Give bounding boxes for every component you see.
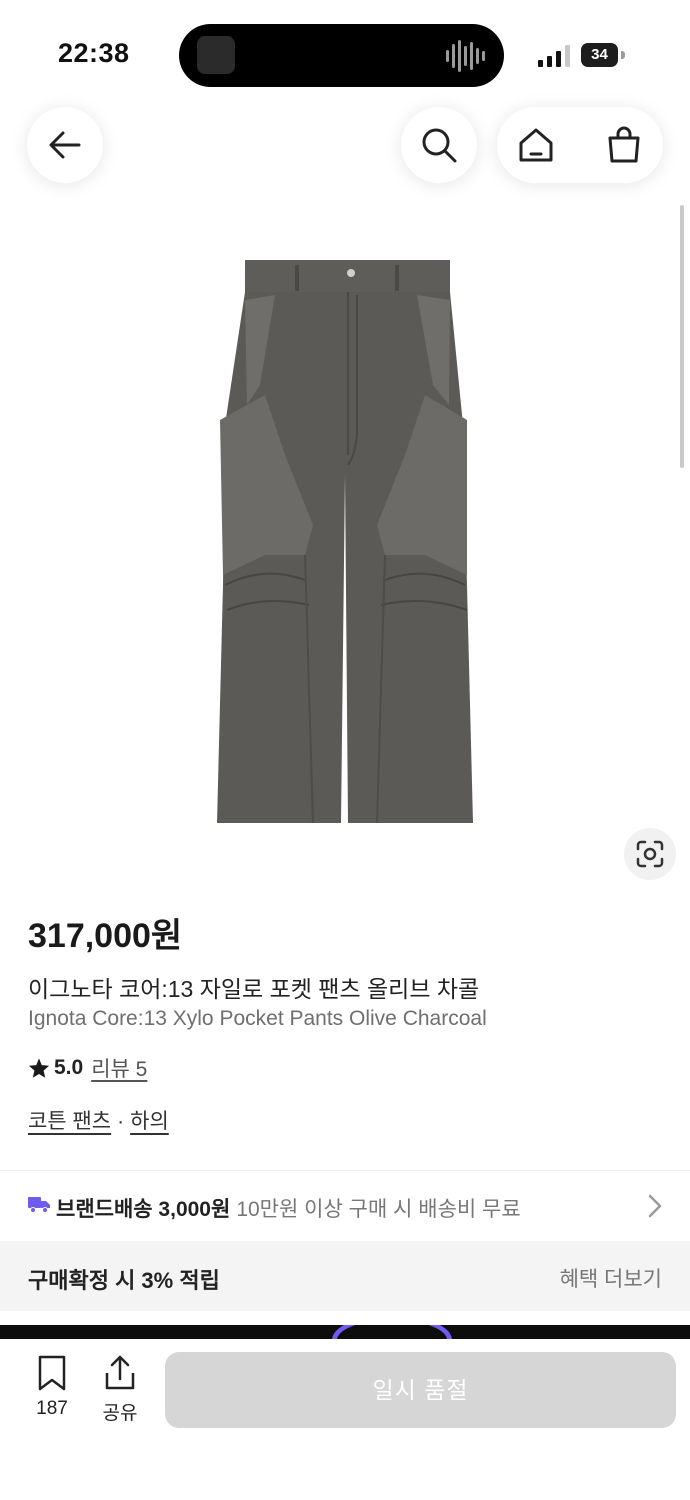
category-separator: · (117, 1110, 125, 1133)
lens-search-icon (636, 840, 664, 868)
benefit-row: 구매확정 시 3% 적립 혜택 더보기 (0, 1241, 690, 1311)
now-playing-thumbnail (197, 36, 235, 74)
rating-value: 5.0 (54, 1056, 84, 1079)
lens-search-button[interactable] (624, 828, 676, 880)
points-benefit-label: 구매확정 시 3% 적립 (28, 1268, 220, 1293)
category-link-cotton-pants[interactable]: 코튼 팬츠 (28, 1110, 111, 1133)
truck-icon (28, 1197, 50, 1213)
bookmark-button[interactable]: 187 (30, 1355, 74, 1420)
category-breadcrumb: 코튼 팬츠 · 하의 (28, 1105, 169, 1135)
free-shipping-note: 10만원 이상 구매 시 배송비 무료 (236, 1198, 521, 1221)
dynamic-island[interactable] (179, 24, 504, 87)
sold-out-button[interactable]: 일시 품절 (165, 1352, 676, 1428)
home-icon[interactable] (517, 126, 555, 164)
bookmark-icon (38, 1355, 66, 1391)
shipping-info-row[interactable]: 브랜드배송 3,000원 10만원 이상 구매 시 배송비 무료 (0, 1171, 690, 1241)
status-time: 22:38 (58, 38, 130, 68)
star-icon (28, 1058, 50, 1078)
battery-indicator: 34 (581, 43, 625, 67)
back-arrow-icon (49, 131, 81, 159)
battery-level: 34 (581, 43, 618, 67)
status-bar: 22:38 34 (0, 0, 690, 110)
bookmark-count: 187 (36, 1398, 68, 1419)
promo-banner[interactable] (0, 1325, 690, 1339)
search-icon (422, 128, 457, 163)
banner-graphic (332, 1325, 452, 1339)
share-icon (105, 1355, 135, 1390)
shipping-fee: 브랜드배송 3,000원 (56, 1198, 231, 1221)
rating-row: 5.0 리뷰 5 (28, 1053, 147, 1083)
share-button[interactable]: 공유 (96, 1355, 144, 1425)
shopping-bag-icon[interactable] (605, 126, 643, 164)
product-price: 317,000원 (28, 917, 183, 955)
home-cart-group (497, 107, 663, 183)
cellular-signal-icon (538, 45, 570, 67)
category-link-bottoms[interactable]: 하의 (130, 1110, 169, 1133)
search-button[interactable] (401, 107, 477, 183)
battery-tip (621, 51, 625, 59)
product-name-ko: 이그노타 코어:13 자일로 포켓 팬츠 올리브 차콜 (28, 976, 480, 1002)
product-image[interactable] (205, 255, 485, 830)
back-button[interactable] (27, 107, 103, 183)
review-link[interactable]: 리뷰 5 (91, 1053, 147, 1083)
audio-wave-icon (446, 40, 485, 72)
more-benefits-link[interactable]: 혜택 더보기 (560, 1263, 662, 1293)
bottom-action-bar: 187 공유 일시 품절 (0, 1339, 690, 1500)
share-label: 공유 (102, 1403, 138, 1424)
scrollbar[interactable] (680, 205, 684, 468)
shipping-text: 브랜드배송 3,000원 10만원 이상 구매 시 배송비 무료 (56, 1193, 521, 1223)
product-name-en: Ignota Core:13 Xylo Pocket Pants Olive C… (28, 1007, 487, 1030)
chevron-right-icon (648, 1194, 662, 1218)
